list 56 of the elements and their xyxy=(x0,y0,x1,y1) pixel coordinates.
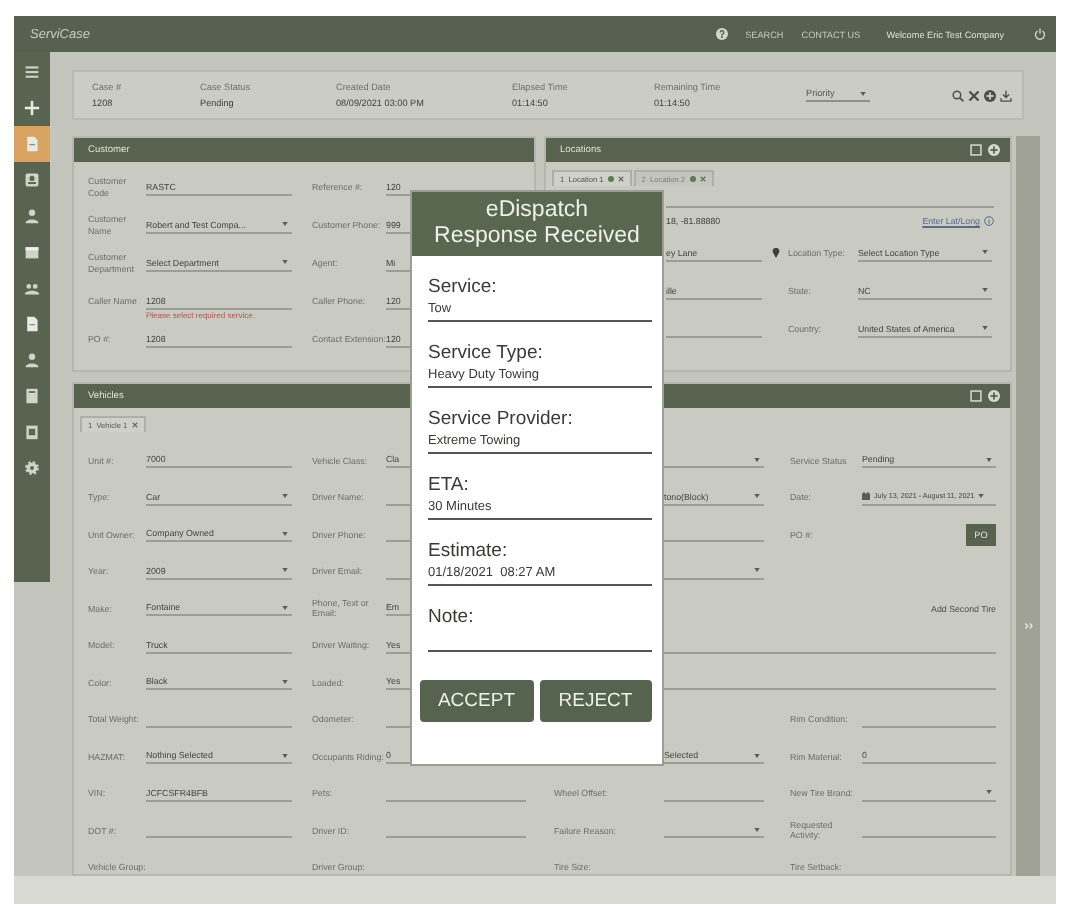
close-icon[interactable] xyxy=(968,89,980,101)
caret-icon xyxy=(282,531,288,536)
field-label: Estimate: xyxy=(428,540,510,562)
caret-icon xyxy=(860,91,866,95)
caret-icon xyxy=(986,457,992,462)
caret-icon xyxy=(754,457,760,462)
close-icon[interactable] xyxy=(131,422,138,428)
field-label: Service Type: xyxy=(428,342,545,364)
reject-button[interactable]: REJECT xyxy=(539,680,652,722)
field-label: Note: xyxy=(428,606,476,628)
calendar-icon xyxy=(24,244,40,260)
caret-icon xyxy=(754,753,760,758)
person-icon xyxy=(24,352,40,368)
field-label: ETA: xyxy=(428,474,471,496)
caret-icon xyxy=(282,260,288,264)
accept-button[interactable]: ACCEPT xyxy=(420,680,533,722)
field-label: Service Provider: xyxy=(428,408,575,430)
group-icon xyxy=(24,280,40,296)
dialog-title: eDispatch Response Received xyxy=(434,198,640,250)
caret-icon xyxy=(982,250,988,254)
caret-icon xyxy=(754,568,760,573)
add-icon[interactable] xyxy=(988,390,1000,402)
collapse-icon[interactable] xyxy=(1023,622,1033,630)
caret-icon xyxy=(754,827,760,832)
caret-icon xyxy=(282,222,288,226)
calendar-icon xyxy=(862,492,870,501)
search-icon[interactable] xyxy=(952,89,964,101)
menu-icon xyxy=(24,64,40,80)
caret-icon xyxy=(982,288,988,292)
gear-icon xyxy=(24,460,40,476)
map-pin-icon[interactable] xyxy=(771,248,779,258)
download-icon[interactable] xyxy=(1000,89,1012,101)
caret-icon xyxy=(282,568,288,573)
id-card-icon xyxy=(24,172,40,188)
card-icon xyxy=(24,388,40,404)
caret-icon xyxy=(982,326,988,330)
close-icon[interactable] xyxy=(699,176,705,182)
scrollbar[interactable] xyxy=(1016,136,1040,876)
status-dot-icon xyxy=(689,176,695,182)
caret-icon xyxy=(986,790,992,795)
power-icon[interactable] xyxy=(1034,28,1046,40)
help-icon[interactable] xyxy=(715,28,728,40)
info-icon[interactable] xyxy=(984,216,994,226)
caret-icon xyxy=(282,494,288,499)
add-icon[interactable] xyxy=(988,144,1000,156)
person-icon xyxy=(24,208,40,224)
caret-icon xyxy=(754,494,760,499)
field-label: Service: xyxy=(428,276,499,298)
caret-icon xyxy=(978,494,985,499)
status-dot-icon xyxy=(607,176,614,182)
close-icon[interactable] xyxy=(617,176,624,182)
caret-icon xyxy=(282,753,288,758)
add-icon[interactable] xyxy=(984,89,996,101)
plus-icon xyxy=(24,100,40,116)
caret-icon xyxy=(282,679,288,684)
caret-icon xyxy=(282,605,288,610)
